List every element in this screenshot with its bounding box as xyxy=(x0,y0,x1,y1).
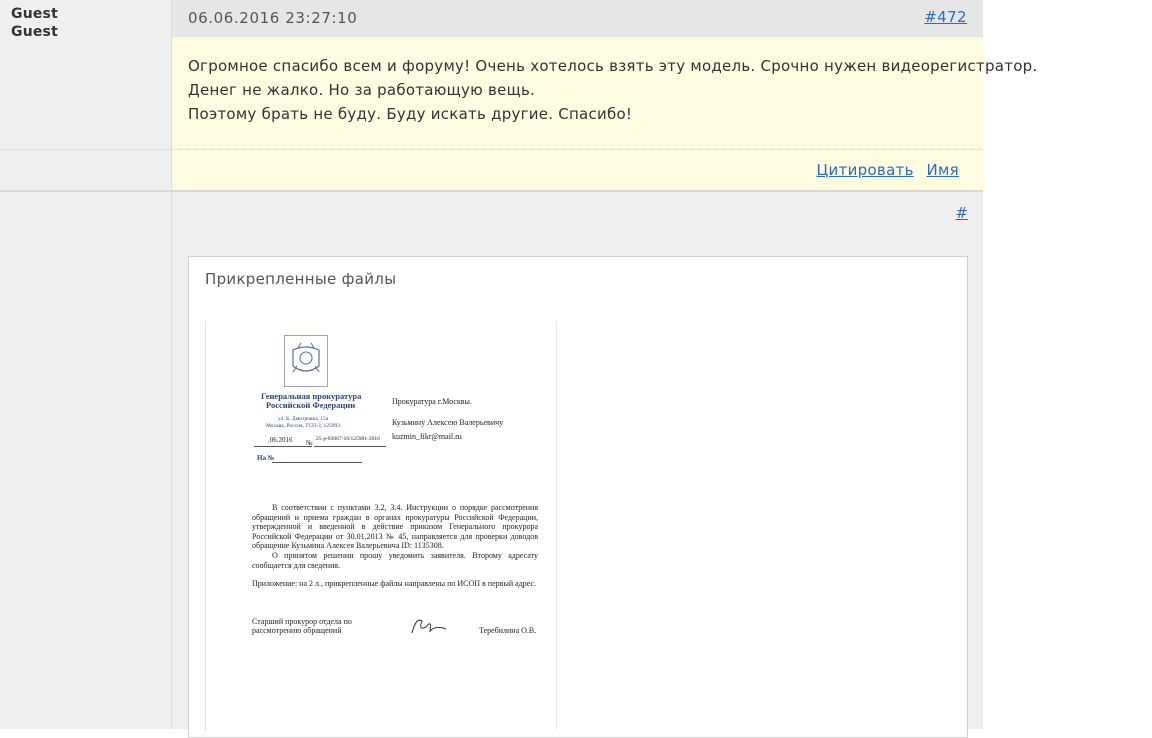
post-footer-separator xyxy=(172,149,983,150)
user-column-separator xyxy=(0,149,171,151)
post-text-line-1: Огромное спасибо всем и форуму! Очень хо… xyxy=(188,57,1038,75)
post-permalink[interactable]: #472 xyxy=(924,8,967,26)
user-column: Guest Guest xyxy=(0,0,172,729)
doc-reg-number: 25-р-83067-16/125981-2016 xyxy=(316,436,380,442)
post-author-name[interactable]: Guest xyxy=(11,6,58,22)
post-text-line-3: Поэтому брать не буду. Буду искать други… xyxy=(188,105,633,123)
doc-signer-title-1: Старший прокурор отдела по xyxy=(252,617,352,626)
coat-of-arms-icon xyxy=(284,335,328,387)
post-text-line-2: Денег не жалко. Но за работающую вещь. xyxy=(188,81,536,99)
doc-date: .06.2016 xyxy=(268,436,293,444)
doc-body: В соответствии с пунктами 3.2, 3.4. Инст… xyxy=(252,503,538,551)
post-body: Огромное спасибо всем и форуму! Очень хо… xyxy=(172,37,1037,190)
doc-ref-underline xyxy=(272,462,362,463)
doc-org-line-2: Российской Федерации xyxy=(266,400,356,410)
post-2: # Прикрепленные файлы Генеральная прокур… xyxy=(172,192,983,738)
post-date: 06.06.2016 23:27:10 xyxy=(188,9,358,27)
doc-recipient-3: kuzmin_fikr@mail.ru xyxy=(392,432,462,441)
attachment-image[interactable]: Генеральная прокуратура Российской Федер… xyxy=(205,321,557,731)
doc-date-underline xyxy=(254,446,312,447)
doc-signer-name: Теребилина О.В. xyxy=(479,626,537,635)
doc-address-2: Москва, Россия, ГСП-3, 125993 xyxy=(266,423,340,429)
forum-thread: Guest Guest 06.06.2016 23:27:10 #472 Огр… xyxy=(0,0,1037,738)
doc-appendix: Приложение: на 2 л., прикрепленные файлы… xyxy=(252,579,537,588)
post-actions: Цитировать Имя xyxy=(809,161,959,179)
doc-number-sign: № xyxy=(306,439,313,447)
signature-icon xyxy=(406,613,450,639)
post-author-title: Guest xyxy=(11,24,58,40)
name-link[interactable]: Имя xyxy=(927,161,959,179)
attachments-box: Прикрепленные файлы Генеральная прокурат… xyxy=(188,256,968,738)
attachments-title: Прикрепленные файлы xyxy=(205,270,397,288)
quote-link[interactable]: Цитировать xyxy=(817,161,914,179)
doc-body-2: О принятом решении прошу уведомить заяви… xyxy=(252,551,538,570)
doc-recipient-1: Прокуратура г.Москвы. xyxy=(392,397,472,406)
post-header: 06.06.2016 23:27:10 #472 xyxy=(172,0,983,37)
doc-signer-title-2: рассмотрению обращений xyxy=(252,626,342,635)
doc-number-underline xyxy=(314,446,386,447)
post-2-permalink[interactable]: # xyxy=(955,204,968,222)
doc-recipient-2: Кузьмину Алексею Валерьевичу xyxy=(392,418,504,427)
